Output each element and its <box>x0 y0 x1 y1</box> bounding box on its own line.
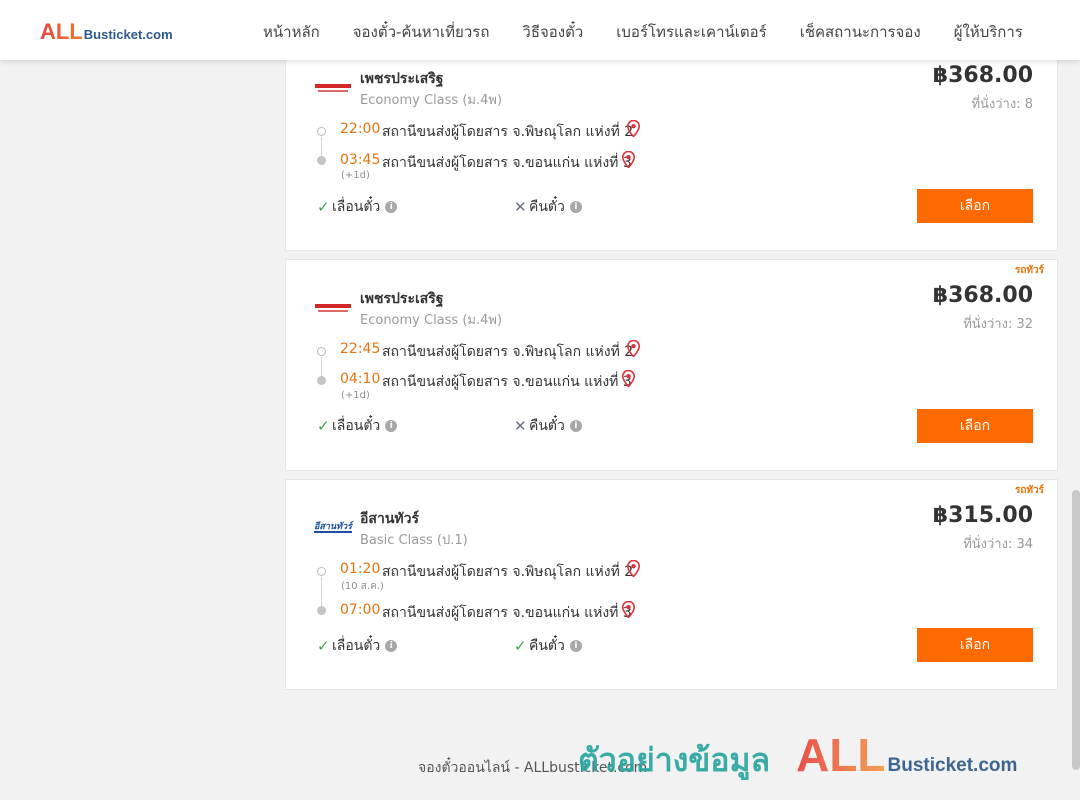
departure-time: 01:20 <box>340 561 381 577</box>
watermark-thai-text: ตัวอย่างข้อมูล <box>578 741 771 779</box>
bus-class: Basic Class (ป.1) <box>360 533 468 548</box>
arrival-time: 03:45 <box>340 152 381 168</box>
info-icon[interactable]: i <box>385 201 398 213</box>
map-pin-icon[interactable] <box>622 370 635 387</box>
watermark-all-text: ALL <box>796 729 886 781</box>
tour-bus-tag: รถทัวร์ <box>1014 265 1044 276</box>
seats-available: ที่นั่งว่าง: 32 <box>963 317 1033 332</box>
arrival-station: สถานีขนส่งผู้โดยสาร จ.ขอนแก่น แห่งที่ 3 <box>382 605 632 621</box>
arrival-next-day-note: (+1d) <box>341 170 370 181</box>
check-icon: ✓ <box>317 417 330 435</box>
info-icon[interactable]: i <box>569 640 582 652</box>
info-icon[interactable]: i <box>385 640 398 652</box>
sample-data-watermark: ตัวอย่างข้อมูล ALL Busticket.com <box>578 728 1017 786</box>
reschedule-policy: ✓ เลื่อนตั๋ว i <box>317 635 398 657</box>
trip-card: เพชรประเสริฐ Economy Class (ม.4พ) ฿368.0… <box>285 40 1058 251</box>
reschedule-label: เลื่อนตั๋ว <box>332 638 381 654</box>
departure-station: สถานีขนส่งผู้โดยสาร จ.พิษณุโลก แห่งที่ 2 <box>382 564 634 580</box>
select-trip-button[interactable]: เลือก <box>917 409 1033 443</box>
check-icon: ✓ <box>514 637 527 655</box>
arrival-dot <box>317 376 326 385</box>
check-icon: ✓ <box>317 637 330 655</box>
ticket-price: ฿368.00 <box>932 63 1033 88</box>
isantour-logo-icon: อีสานทัวร์ <box>314 522 352 533</box>
timeline-line <box>321 577 322 609</box>
arrival-time: 04:10 <box>340 371 381 387</box>
ticket-price: ฿368.00 <box>932 283 1033 308</box>
departure-time: 22:45 <box>340 341 381 357</box>
nav-how-to-book[interactable]: วิธีจองตั๋ว <box>522 20 583 44</box>
refund-policy: ✕ คืนตั๋ว i <box>514 415 582 437</box>
nav-operators[interactable]: ผู้ให้บริการ <box>954 20 1023 44</box>
map-pin-icon[interactable] <box>627 560 640 577</box>
ticket-price: ฿315.00 <box>932 503 1033 528</box>
info-icon[interactable]: i <box>569 201 582 213</box>
nav-book-search[interactable]: จองตั๋ว-ค้นหาเที่ยวรถ <box>353 20 490 44</box>
watermark-busticket-text: Busticket.com <box>887 755 1018 776</box>
reschedule-policy: ✓ เลื่อนตั๋ว i <box>317 415 398 437</box>
cross-icon: ✕ <box>514 198 527 216</box>
logo-all-text: ALL <box>40 19 83 44</box>
bus-class: Economy Class (ม.4พ) <box>360 313 503 328</box>
phetprasert-logo-icon <box>314 301 352 315</box>
info-icon[interactable]: i <box>569 420 582 432</box>
departure-station: สถานีขนส่งผู้โดยสาร จ.พิษณุโลก แห่งที่ 2 <box>382 124 634 140</box>
site-header: ALL Busticket.com หน้าหลัก จองตั๋ว-ค้นหา… <box>0 0 1080 60</box>
operator-name: อีสานทัวร์ <box>360 511 419 527</box>
map-pin-icon[interactable] <box>627 340 640 357</box>
map-pin-icon[interactable] <box>627 120 640 137</box>
logo-busticket-text: Busticket.com <box>83 27 173 42</box>
departure-dot <box>317 347 326 356</box>
departure-date-note: (10 ส.ค.) <box>341 581 384 592</box>
refund-label: คืนตั๋ว <box>529 199 565 215</box>
reschedule-policy: ✓ เลื่อนตั๋ว i <box>317 196 398 218</box>
info-icon[interactable]: i <box>385 420 398 432</box>
phetprasert-logo-icon <box>314 81 352 95</box>
departure-dot <box>317 127 326 136</box>
bus-class: Economy Class (ม.4พ) <box>360 93 503 108</box>
refund-label: คืนตั๋ว <box>529 418 565 434</box>
arrival-station: สถานีขนส่งผู้โดยสาร จ.ขอนแก่น แห่งที่ 3 <box>382 155 632 171</box>
select-trip-button[interactable]: เลือก <box>917 628 1033 662</box>
departure-station: สถานีขนส่งผู้โดยสาร จ.พิษณุโลก แห่งที่ 2 <box>382 344 634 360</box>
arrival-time: 07:00 <box>340 602 381 618</box>
cross-icon: ✕ <box>514 417 527 435</box>
main-nav: หน้าหลัก จองตั๋ว-ค้นหาเที่ยวรถ วิธีจองตั… <box>263 20 1023 44</box>
seats-available: ที่นั่งว่าง: 8 <box>971 97 1033 112</box>
map-pin-icon[interactable] <box>622 151 635 168</box>
site-logo[interactable]: ALL Busticket.com <box>40 19 173 45</box>
page-scrollbar[interactable] <box>1072 490 1080 770</box>
check-icon: ✓ <box>317 198 330 216</box>
nav-home[interactable]: หน้าหลัก <box>263 20 320 44</box>
arrival-station: สถานีขนส่งผู้โดยสาร จ.ขอนแก่น แห่งที่ 3 <box>382 374 632 390</box>
tour-bus-tag: รถทัวร์ <box>1014 485 1044 496</box>
select-trip-button[interactable]: เลือก <box>917 189 1033 223</box>
arrival-dot <box>317 156 326 165</box>
seats-available: ที่นั่งว่าง: 34 <box>963 537 1033 552</box>
trip-card: รถทัวร์ อีสานทัวร์ อีสานทัวร์ Basic Clas… <box>285 479 1058 690</box>
departure-time: 22:00 <box>340 121 381 137</box>
operator-name: เพชรประเสริฐ <box>360 291 444 307</box>
nav-phone-counters[interactable]: เบอร์โทรและเคาน์เตอร์ <box>616 20 766 44</box>
arrival-dot <box>317 606 326 615</box>
refund-policy: ✓ คืนตั๋ว i <box>514 635 582 657</box>
refund-label: คืนตั๋ว <box>529 638 565 654</box>
reschedule-label: เลื่อนตั๋ว <box>332 418 381 434</box>
departure-dot <box>317 567 326 576</box>
nav-check-booking[interactable]: เช็คสถานะการจอง <box>800 20 921 44</box>
operator-name: เพชรประเสริฐ <box>360 71 444 87</box>
reschedule-label: เลื่อนตั๋ว <box>332 199 381 215</box>
refund-policy: ✕ คืนตั๋ว i <box>514 196 582 218</box>
trip-card: รถทัวร์ เพชรประเสริฐ Economy Class (ม.4พ… <box>285 259 1058 471</box>
arrival-next-day-note: (+1d) <box>341 390 370 401</box>
map-pin-icon[interactable] <box>622 601 635 618</box>
